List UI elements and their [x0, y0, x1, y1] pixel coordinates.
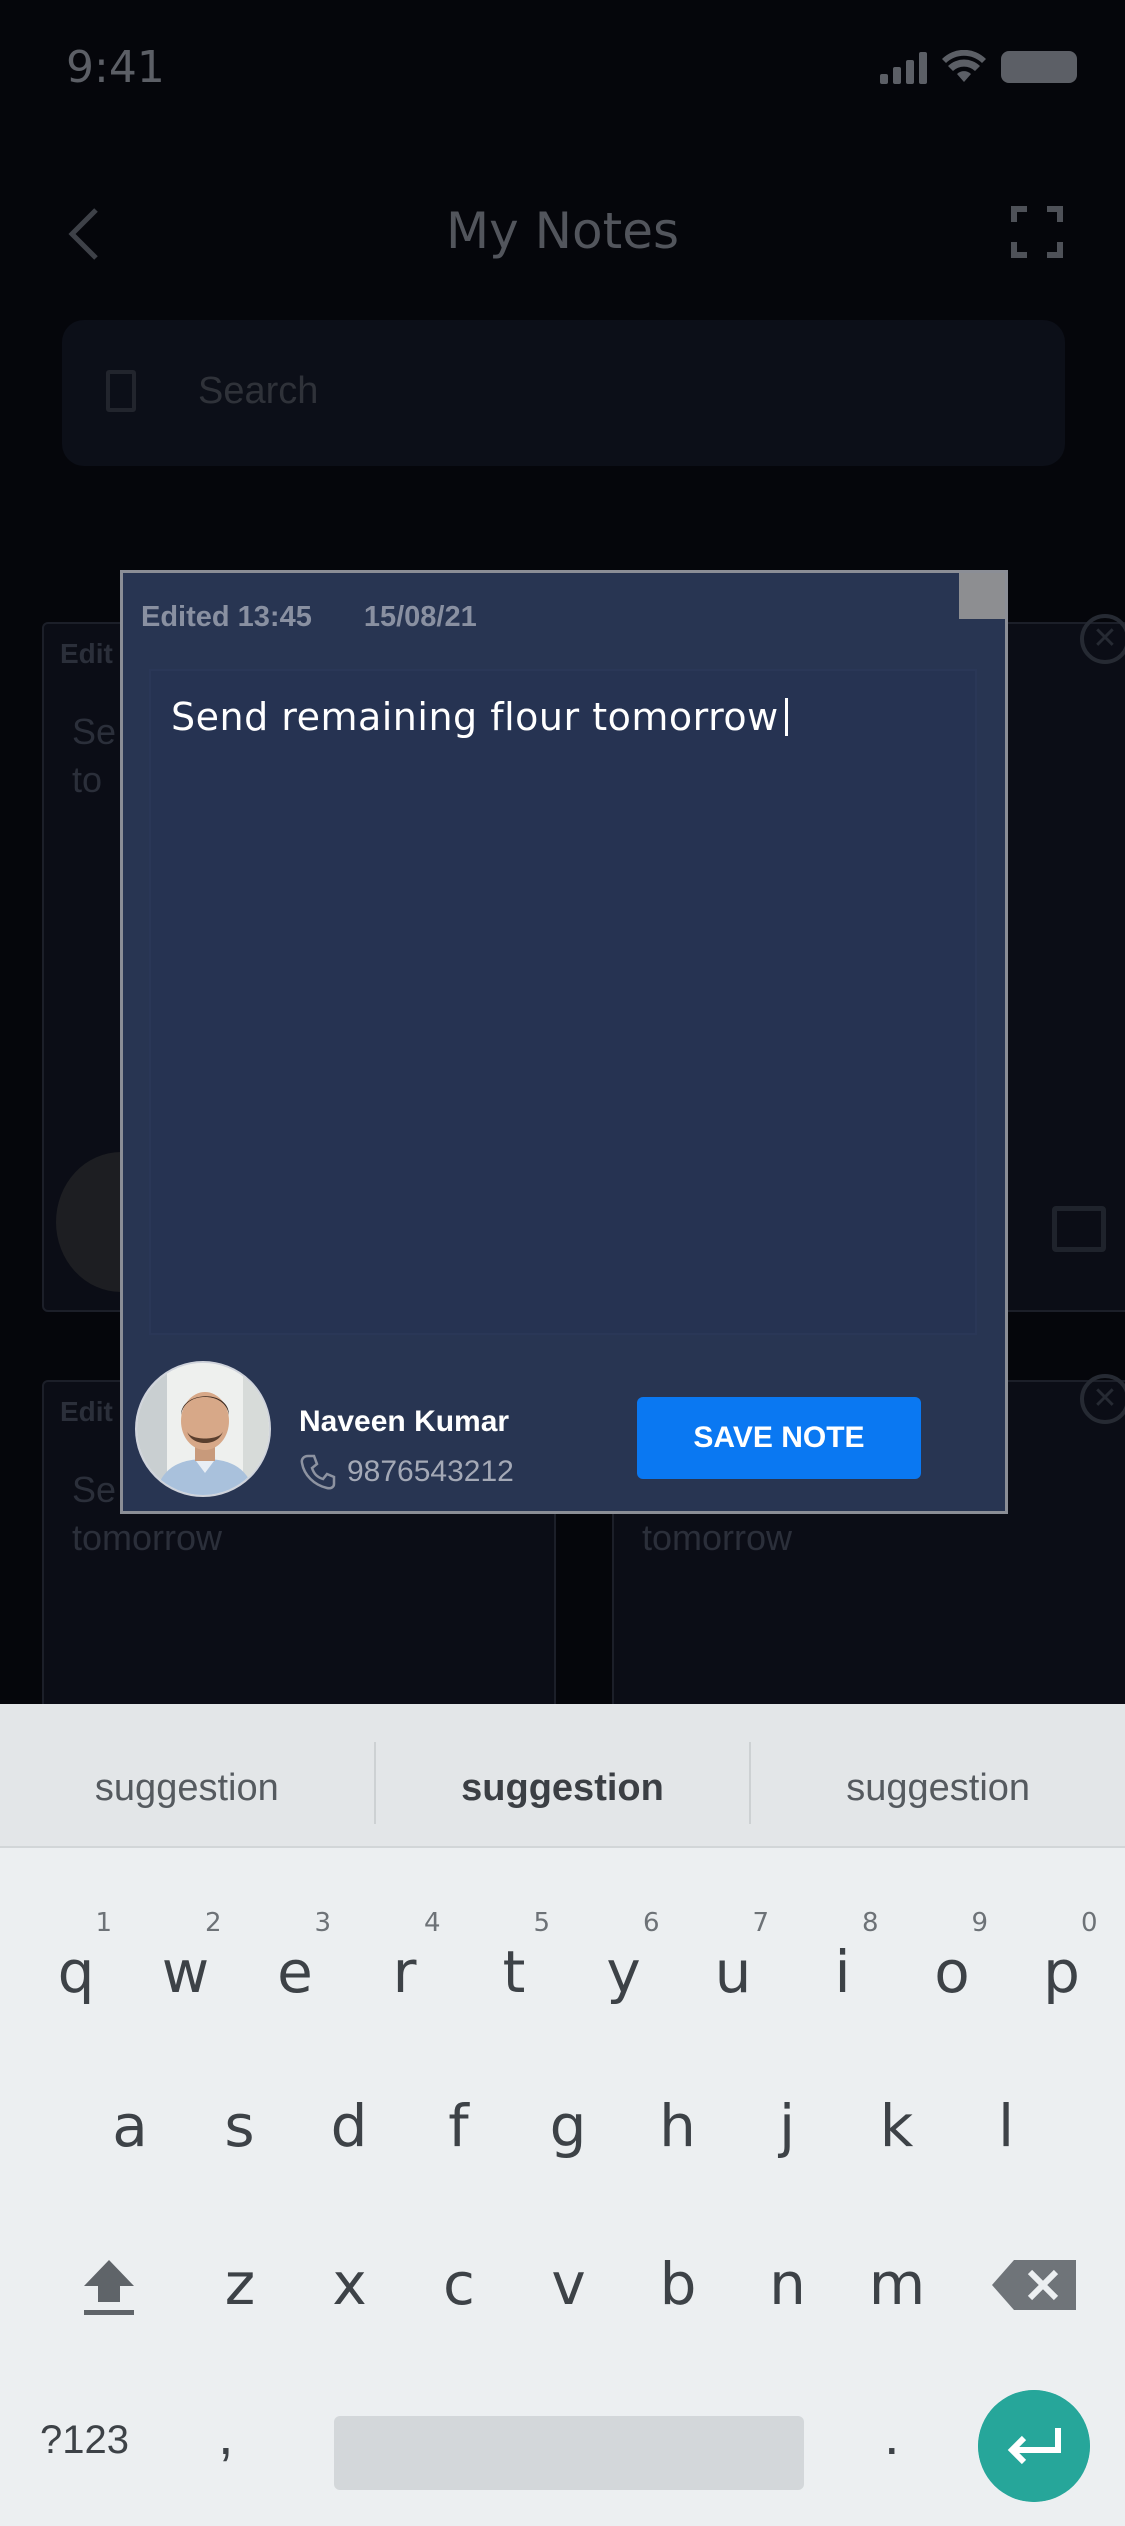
text-caret	[784, 698, 788, 736]
key-label: t	[502, 1938, 526, 2006]
enter-key[interactable]	[978, 2390, 1090, 2502]
key-k[interactable]: k	[847, 2056, 947, 2196]
key-label: w	[161, 1938, 210, 2006]
spacebar[interactable]	[334, 2416, 804, 2490]
status-time: 9:41	[66, 42, 165, 93]
search-bar[interactable]: Search	[62, 320, 1065, 466]
key-label: y	[606, 1938, 641, 2006]
key-row-2: asdfghjkl	[0, 2056, 1125, 2196]
key-label: r	[392, 1938, 417, 2006]
signal-icon	[880, 50, 927, 84]
note-date: 15/08/21	[363, 601, 477, 633]
key-f[interactable]: f	[409, 2056, 509, 2196]
note-textarea[interactable]: Send remaining flour tomorrow	[149, 669, 977, 1335]
note-card-edited: Edit	[60, 1396, 113, 1427]
search-icon	[106, 370, 136, 412]
period-key[interactable]: .	[884, 2370, 914, 2510]
key-l[interactable]: l	[956, 2056, 1056, 2196]
key-y[interactable]: y6	[574, 1902, 674, 2042]
key-n[interactable]: n	[738, 2214, 838, 2354]
note-card-edited: Edit	[60, 638, 113, 669]
contact-phone: 9876543212	[347, 1455, 514, 1488]
key-label: o	[934, 1938, 970, 2006]
key-label: p	[1043, 1938, 1080, 2006]
key-z[interactable]: z	[190, 2214, 290, 2354]
suggestion-bar: suggestion suggestion suggestion	[0, 1704, 1125, 1848]
key-g[interactable]: g	[518, 2056, 618, 2196]
key-p[interactable]: p0	[1012, 1902, 1112, 2042]
suggestion-item[interactable]: suggestion	[376, 1704, 750, 1846]
comma-key[interactable]: ,	[218, 2370, 258, 2510]
key-h[interactable]: h	[628, 2056, 728, 2196]
key-label: q	[57, 1938, 95, 2006]
save-note-button[interactable]: SAVE NOTE	[637, 1397, 921, 1479]
comment-icon[interactable]	[1052, 1206, 1106, 1252]
keyboard: suggestion suggestion suggestion q1w2e3r…	[0, 1704, 1125, 2526]
key-u[interactable]: u7	[683, 1902, 783, 2042]
key-hint: 7	[752, 1908, 769, 1938]
key-a[interactable]: a	[80, 2056, 180, 2196]
contact-photo	[137, 1363, 269, 1495]
key-hint: 3	[314, 1908, 331, 1938]
note-text: Send remaining flour tomorrow	[171, 695, 779, 739]
suggestion-item[interactable]: suggestion	[0, 1704, 374, 1846]
wifi-icon	[942, 50, 986, 82]
key-m[interactable]: m	[847, 2214, 947, 2354]
key-hint: 8	[861, 1908, 879, 1938]
numbers-key[interactable]: ?123	[40, 2370, 170, 2510]
backspace-icon[interactable]	[978, 2214, 1088, 2354]
edit-note-dialog: Edited 13:45 15/08/21 Send remaining flo…	[120, 570, 1008, 1514]
key-hint: 6	[642, 1908, 660, 1938]
shift-icon[interactable]	[54, 2214, 164, 2354]
contact-avatar	[135, 1361, 271, 1497]
key-label: u	[714, 1938, 752, 2006]
key-hint: 9	[971, 1908, 988, 1938]
key-q[interactable]: q1	[26, 1902, 126, 2042]
status-icons	[880, 50, 1077, 84]
edited-time: Edited 13:45	[141, 601, 312, 633]
battery-icon	[1001, 51, 1077, 83]
suggestion-item[interactable]: suggestion	[751, 1704, 1125, 1846]
search-input[interactable]: Search	[198, 370, 318, 413]
header: My Notes	[0, 180, 1125, 280]
key-d[interactable]: d	[299, 2056, 399, 2196]
key-r[interactable]: r4	[355, 1902, 455, 2042]
key-row-1: q1w2e3r4t5y6u7i8o9p0	[0, 1902, 1125, 2042]
fullscreen-icon[interactable]	[1011, 206, 1063, 258]
note-meta: Edited 13:45 15/08/21	[141, 601, 477, 634]
key-hint: 2	[204, 1908, 222, 1938]
key-label: i	[834, 1938, 851, 2006]
key-e[interactable]: e3	[245, 1902, 345, 2042]
key-w[interactable]: w2	[136, 1902, 236, 2042]
close-icon[interactable]: ✕	[1080, 614, 1125, 664]
key-i[interactable]: i8	[793, 1902, 893, 2042]
key-s[interactable]: s	[190, 2056, 290, 2196]
key-hint: 0	[1080, 1908, 1098, 1938]
key-label: e	[277, 1938, 313, 2006]
page-fold-corner	[959, 573, 1005, 619]
contact-name: Naveen Kumar	[299, 1405, 510, 1438]
key-hint: 1	[95, 1908, 112, 1938]
phone-icon	[300, 1454, 336, 1490]
key-hint: 5	[533, 1908, 550, 1938]
key-v[interactable]: v	[519, 2214, 619, 2354]
key-row-3: zxcvbnm	[0, 2214, 1125, 2354]
key-x[interactable]: x	[300, 2214, 400, 2354]
key-b[interactable]: b	[628, 2214, 728, 2354]
key-c[interactable]: c	[409, 2214, 509, 2354]
key-row-4: ?123 , .	[0, 2370, 1125, 2510]
page-title: My Notes	[445, 202, 680, 260]
key-j[interactable]: j	[737, 2056, 837, 2196]
note-text-wrapper: Send remaining flour tomorrow	[171, 695, 788, 739]
note-card-text: tomorrow	[642, 1517, 793, 1558]
key-o[interactable]: o9	[902, 1902, 1002, 2042]
key-hint: 4	[423, 1908, 441, 1938]
status-bar: 9:41	[0, 0, 1125, 140]
close-icon[interactable]: ✕	[1080, 1374, 1125, 1424]
key-t[interactable]: t5	[464, 1902, 564, 2042]
